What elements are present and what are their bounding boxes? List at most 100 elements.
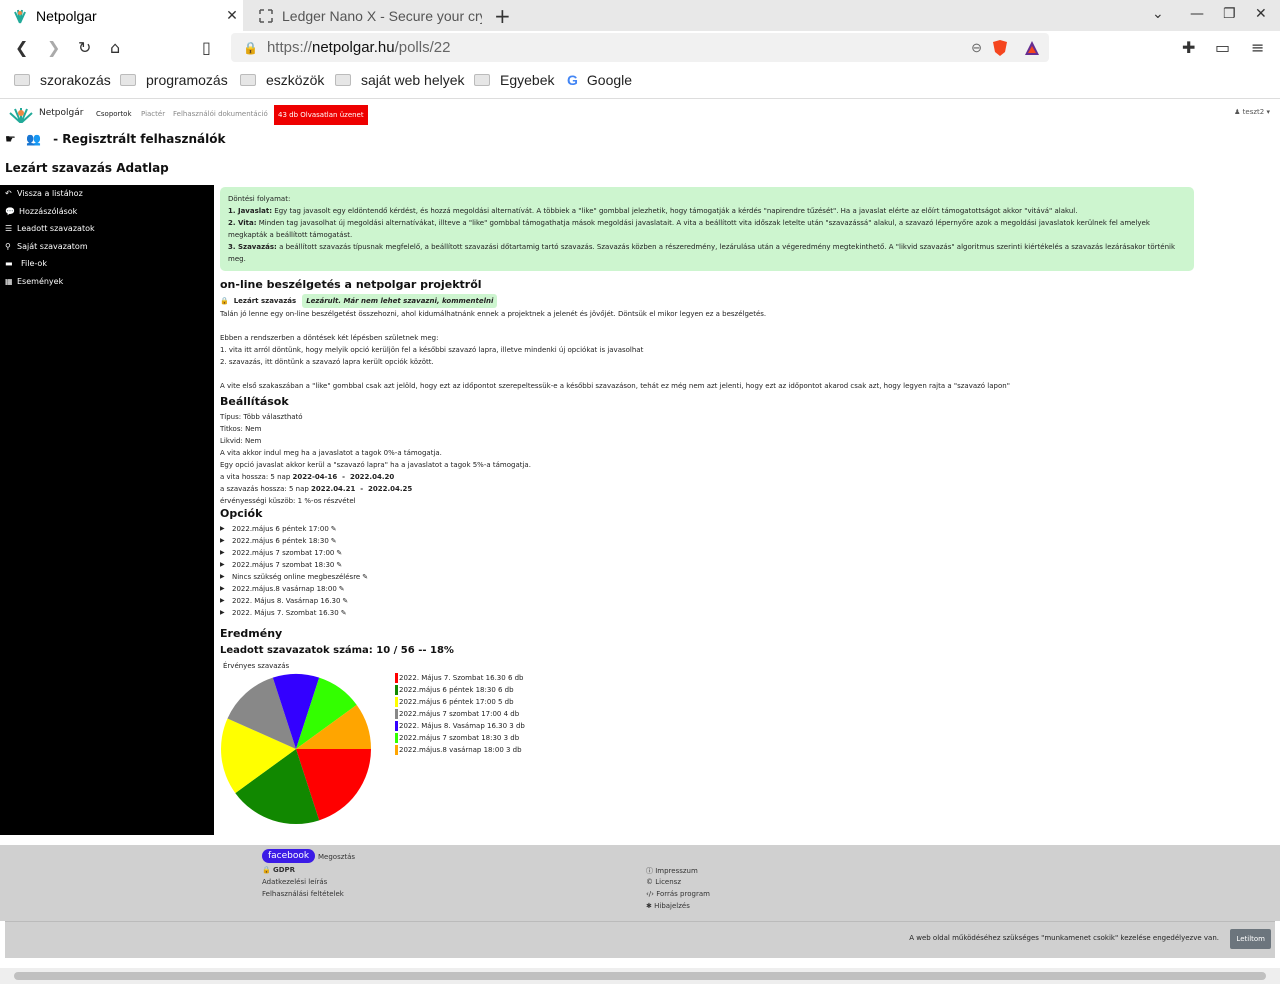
folder-icon: ▬ — [5, 259, 13, 268]
list-item[interactable]: ▶ 2022.május 7 szombat 18:30 ✎ — [220, 559, 1200, 571]
edit-icon[interactable]: ✎ — [362, 571, 368, 583]
source-link[interactable]: ‹/› Forrás program — [646, 890, 710, 898]
bookmark-folder[interactable]: saját web helyek — [335, 72, 465, 88]
forward-icon[interactable]: ❯ — [47, 38, 60, 57]
license-link[interactable]: © Licensz — [646, 878, 681, 886]
extensions-icon[interactable]: ✚ — [1182, 38, 1195, 57]
horizontal-scrollbar[interactable] — [0, 968, 1280, 984]
tab-ledger[interactable]: Ledger Nano X - Secure your crypto — [246, 0, 482, 31]
unread-messages-badge[interactable]: 43 db Olvasatlan üzenet — [274, 105, 368, 125]
user-menu[interactable]: ♟ teszt2 ▾ — [1234, 108, 1270, 116]
caret-right-icon: ▶ — [220, 573, 225, 580]
avatar: ♟ — [1234, 108, 1241, 116]
bookmark-icon[interactable]: ▯ — [202, 38, 211, 57]
tab-list-chevron-icon[interactable]: ⌄ — [1152, 6, 1164, 22]
legend-label: 2022.május 6 péntek 17:00 5 db — [399, 698, 514, 706]
bug-report-link[interactable]: ✱ Hibajelzés — [646, 902, 690, 910]
legend-swatch — [395, 745, 398, 755]
poll-title: on-line beszélgetés a netpolgar projektr… — [220, 278, 482, 291]
sidebar-item-back[interactable]: ↶ Vissza a listához — [5, 189, 83, 198]
share-link[interactable]: Megosztás — [318, 853, 355, 861]
result-heading: Eredmény — [220, 627, 283, 640]
site-brand[interactable]: Netpolgár — [39, 108, 83, 118]
minimize-icon[interactable]: — — [1190, 6, 1204, 22]
main-content: Döntési folyamat: 1. Javaslat: Egy tag j… — [220, 187, 1200, 832]
url-path: /polls/22 — [394, 39, 451, 56]
copyright-icon: © — [646, 878, 653, 886]
reload-icon[interactable]: ↻ — [78, 38, 91, 57]
edit-icon[interactable]: ✎ — [331, 535, 337, 547]
sidebar-item-files[interactable]: ▬ File-ok — [5, 259, 47, 268]
comments-icon: 💬 — [5, 207, 15, 216]
info-icon: ⓘ — [646, 867, 653, 875]
list-item[interactable]: ▶ 2022.május.8 vasárnap 18:00 ✎ — [220, 583, 1200, 595]
sidebar-item-events[interactable]: ▦ Események — [5, 277, 63, 286]
legend-swatch — [395, 733, 398, 743]
disable-cookies-button[interactable]: Letiltom — [1230, 929, 1271, 949]
gdpr-link[interactable]: 🔒 GDPR — [262, 866, 295, 874]
back-icon[interactable]: ❮ — [15, 38, 28, 57]
brave-rewards-icon[interactable] — [1024, 40, 1040, 56]
netpolgar-logo-icon[interactable] — [8, 107, 34, 123]
legend-item: 2022.május.8 vasárnap 18:00 3 db — [395, 744, 525, 756]
nav-market[interactable]: Piactér — [141, 110, 165, 118]
new-tab-icon[interactable]: + — [494, 4, 511, 28]
bookmark-google[interactable]: G Google — [567, 72, 632, 88]
sidebar-item-comments[interactable]: 💬 Hozzászólások — [5, 207, 77, 216]
list-item[interactable]: ▶ Nincs szükség online megbeszélésre ✎ — [220, 571, 1200, 583]
legend-label: 2022. Május 8. Vasámap 16.30 3 db — [399, 722, 525, 730]
brave-shield-icon[interactable] — [992, 39, 1008, 57]
facebook-button[interactable]: facebook — [262, 849, 316, 863]
tab-netpolgar[interactable]: Netpolgar ✕ — [0, 0, 243, 31]
list-item[interactable]: ▶ 2022.május 6 péntek 18:30 ✎ — [220, 535, 1200, 547]
edit-icon[interactable]: ✎ — [336, 559, 342, 571]
list-item[interactable]: ▶ 2022.május 7 szombat 17:00 ✎ — [220, 547, 1200, 559]
bookmark-folder[interactable]: eszközök — [240, 72, 324, 88]
edit-icon[interactable]: ✎ — [342, 595, 348, 607]
caret-right-icon: ▶ — [220, 597, 225, 604]
home-icon[interactable]: ⌂ — [110, 38, 120, 57]
poll-desc: Ebben a rendszerben a döntések két lépés… — [220, 334, 439, 342]
edit-icon[interactable]: ✎ — [331, 523, 337, 535]
edit-icon[interactable]: ✎ — [339, 583, 345, 595]
bookmark-folder[interactable]: szorakozás — [14, 72, 111, 88]
terms-link[interactable]: Felhasználási feltételek — [262, 890, 344, 898]
vote-count: Leadott szavazatok száma: 10 / 56 -- 18% — [220, 645, 454, 656]
address-bar[interactable]: 🔒 https:// netpolgar.hu /polls/22 ⊖ — [231, 33, 1049, 62]
step3-text: a beállított szavazás típusnak megfelelő… — [228, 243, 1176, 263]
restore-icon[interactable]: ❐ — [1223, 6, 1236, 22]
settings-heading: Beállítások — [220, 395, 289, 408]
nav-docs[interactable]: Felhasználói dokumentáció — [173, 110, 268, 118]
legend-item: 2022. Május 8. Vasámap 16.30 3 db — [395, 720, 525, 732]
list-item[interactable]: ▶ 2022. Május 7. Szombat 16.30 ✎ — [220, 607, 1200, 619]
page-title: Lezárt szavazás Adatlap — [5, 161, 169, 175]
bookmark-folder[interactable]: programozás — [120, 72, 228, 88]
options-list: ▶ 2022.május 6 péntek 17:00 ✎ ▶ 2022.május … — [220, 523, 1200, 619]
list-item[interactable]: ▶ 2022.május 6 péntek 17:00 ✎ — [220, 523, 1200, 535]
sidebar-item-my-vote[interactable]: ⚲ Saját szavazatom — [5, 242, 88, 251]
privacy-link[interactable]: Adatkezelési leírás — [262, 878, 327, 886]
calendar-icon: ▦ — [5, 277, 13, 286]
edit-icon[interactable]: ✎ — [336, 547, 342, 559]
menu-icon[interactable]: ≡ — [1251, 38, 1264, 57]
folder-icon — [240, 74, 256, 86]
close-tab-icon[interactable]: ✕ — [221, 8, 243, 24]
sidebar-item-votes[interactable]: ☰ Leadott szavazatok — [5, 224, 95, 233]
window-close-icon[interactable]: ✕ — [1255, 6, 1267, 22]
closed-badge: Lezárult. Már nem lehet szavazni, kommen… — [302, 294, 498, 308]
impressum-link[interactable]: ⓘ Impresszum — [646, 866, 698, 876]
wallet-icon[interactable]: ▭ — [1215, 38, 1230, 57]
setting-option-rule: Egy opció javaslat akkor kerül a "szavaz… — [220, 461, 531, 469]
folder-icon — [120, 74, 136, 86]
list-item[interactable]: ▶ 2022. Május 8. Vasárnap 16.30 ✎ — [220, 595, 1200, 607]
edit-icon[interactable]: ✎ — [341, 607, 347, 619]
bookmark-folder[interactable]: Egyebek — [474, 72, 554, 88]
scrollbar-thumb[interactable] — [14, 972, 1266, 980]
group-title: - Regisztrált felhasználók — [53, 132, 226, 146]
caret-right-icon: ▶ — [220, 525, 225, 532]
folder-icon — [474, 74, 490, 86]
caret-right-icon: ▶ — [220, 585, 225, 592]
zoom-icon[interactable]: ⊖ — [971, 40, 982, 56]
nav-groups[interactable]: Csoportok — [96, 110, 132, 118]
site-navbar: Netpolgár Csoportok Piactér Felhasználói… — [0, 99, 1280, 129]
